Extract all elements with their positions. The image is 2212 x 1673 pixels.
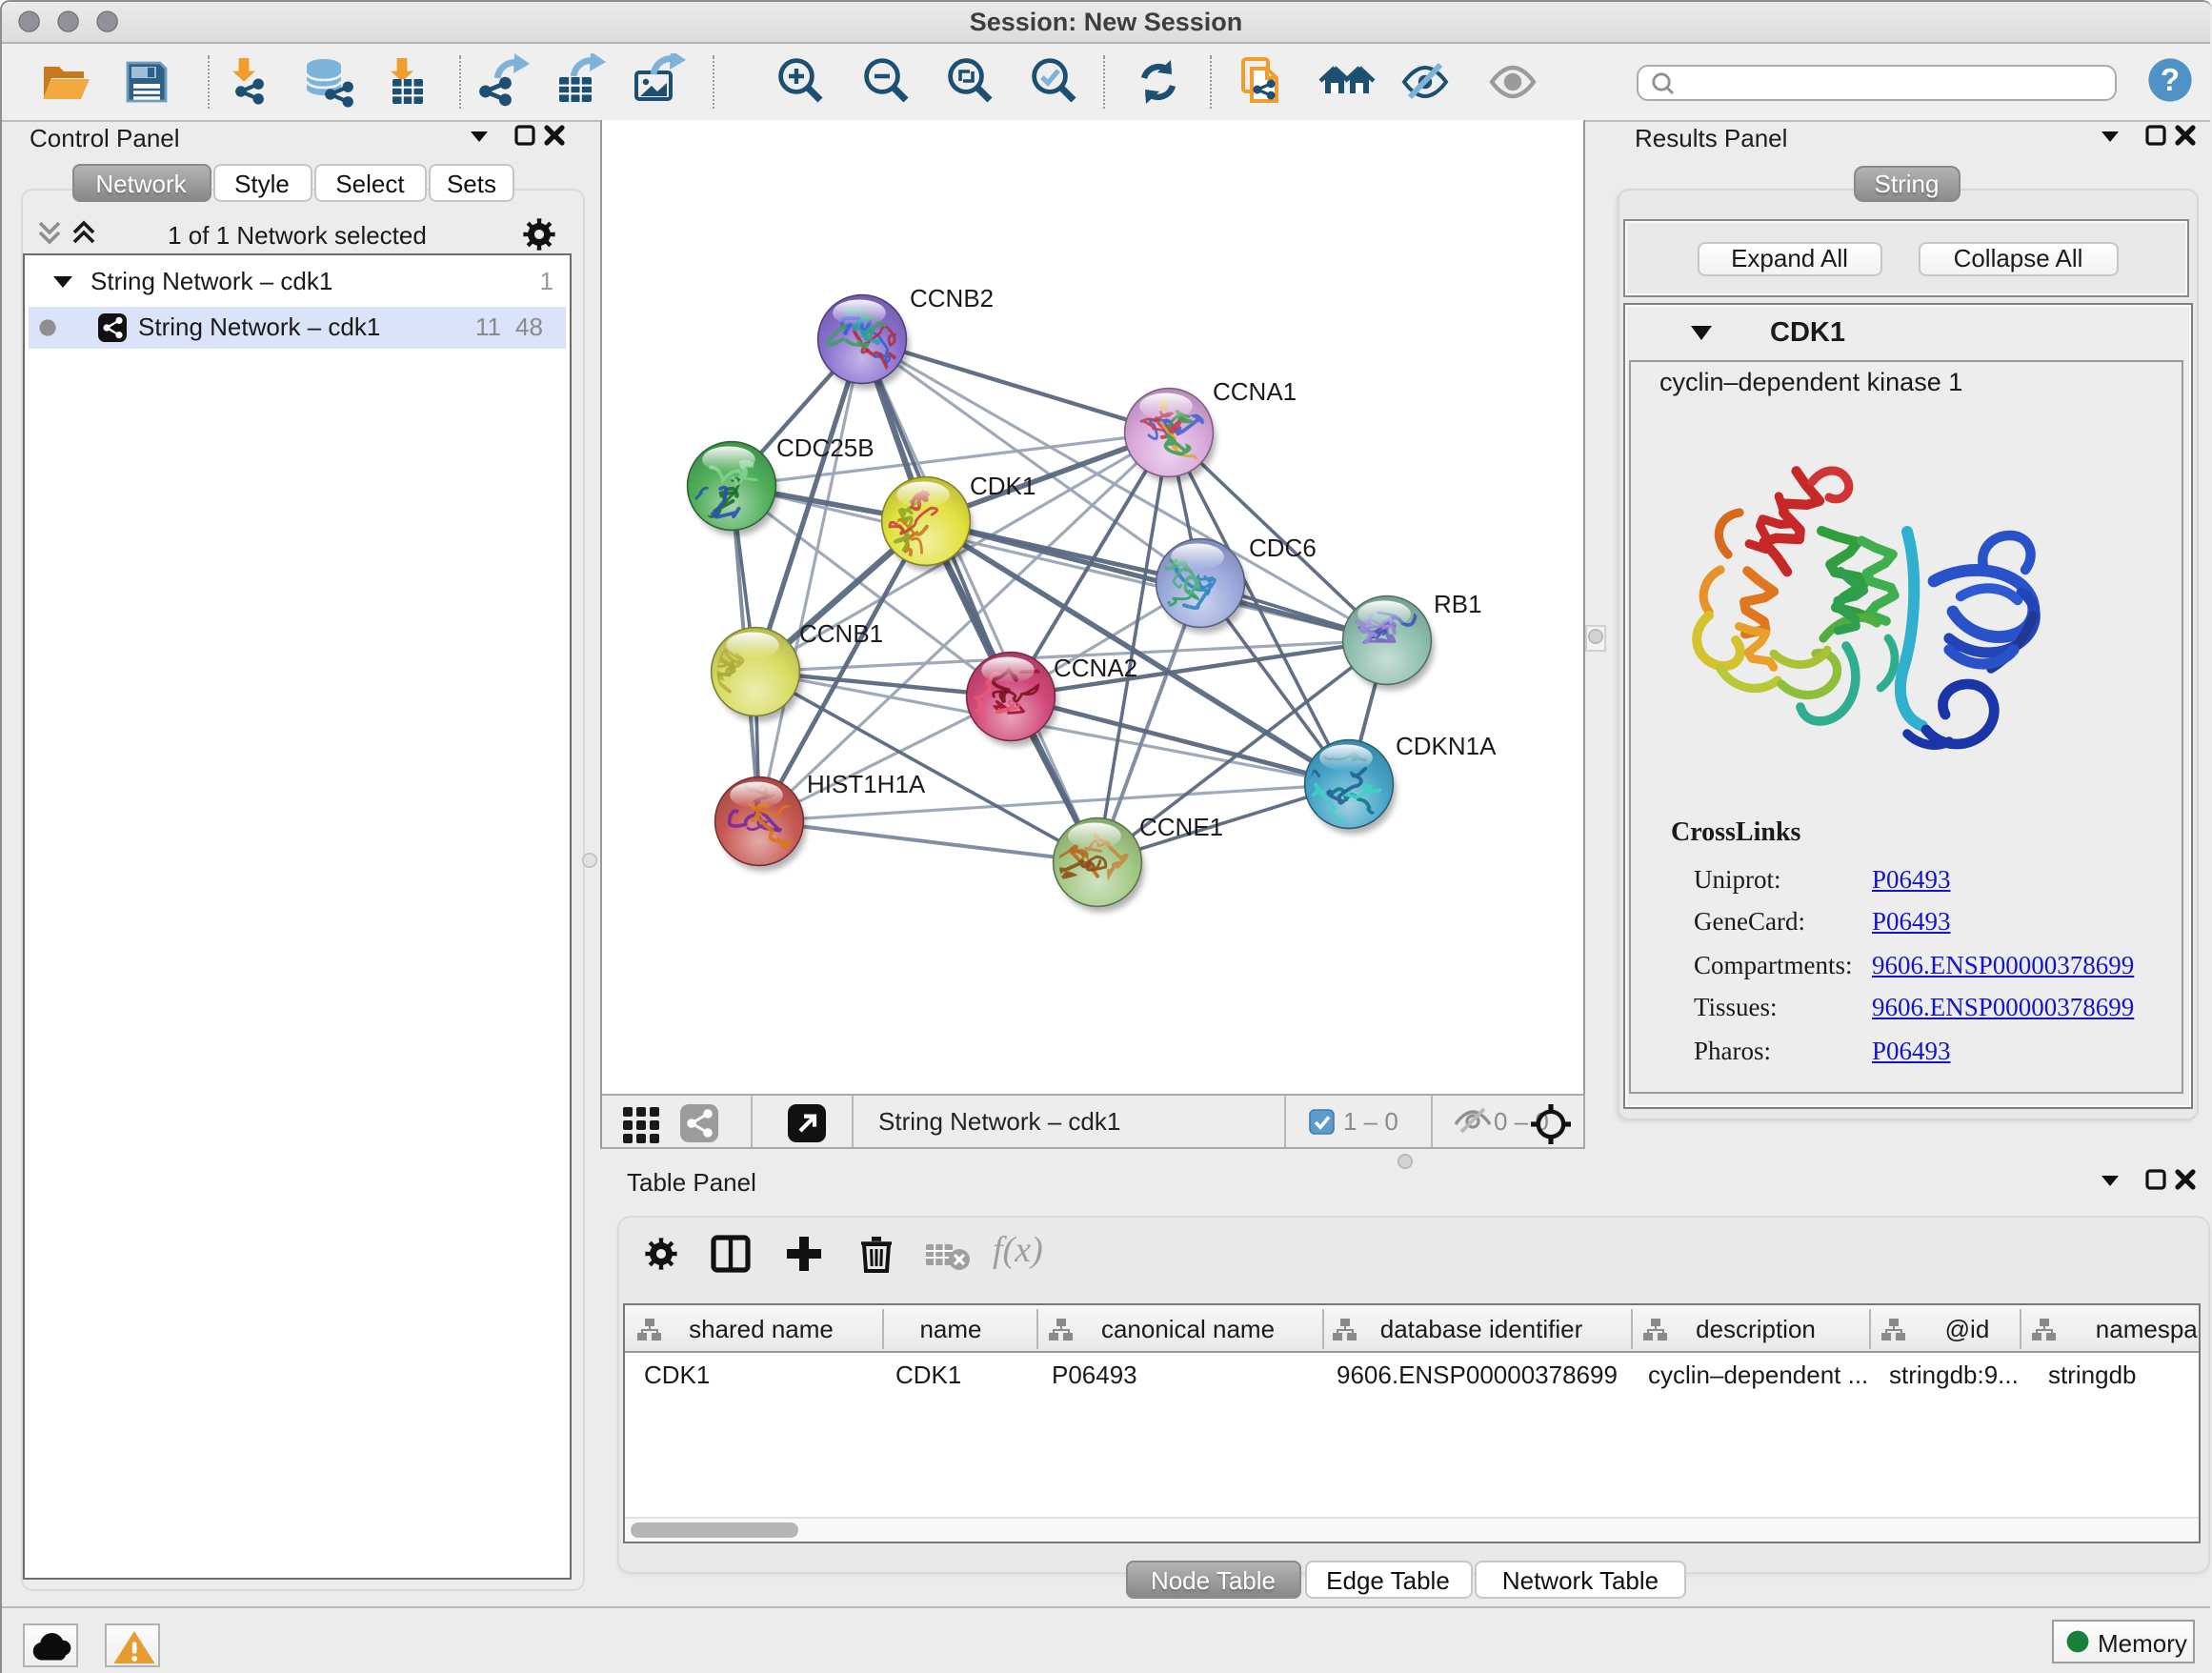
svg-text:CDK1: CDK1 <box>970 472 1036 500</box>
svg-text:CCNE1: CCNE1 <box>1139 813 1223 841</box>
svg-text:CCNB2: CCNB2 <box>910 284 994 312</box>
svg-text:CDC6: CDC6 <box>1249 534 1317 562</box>
svg-text:RB1: RB1 <box>1434 590 1482 618</box>
svg-text:CCNB1: CCNB1 <box>799 619 883 648</box>
svg-text:CDKN1A: CDKN1A <box>1396 732 1497 760</box>
svg-text:CCNA1: CCNA1 <box>1213 377 1297 406</box>
svg-text:CCNA2: CCNA2 <box>1054 654 1137 682</box>
svg-text:CDC25B: CDC25B <box>776 433 875 462</box>
svg-text:?: ? <box>2161 62 2180 97</box>
svg-text:HIST1H1A: HIST1H1A <box>807 770 926 798</box>
